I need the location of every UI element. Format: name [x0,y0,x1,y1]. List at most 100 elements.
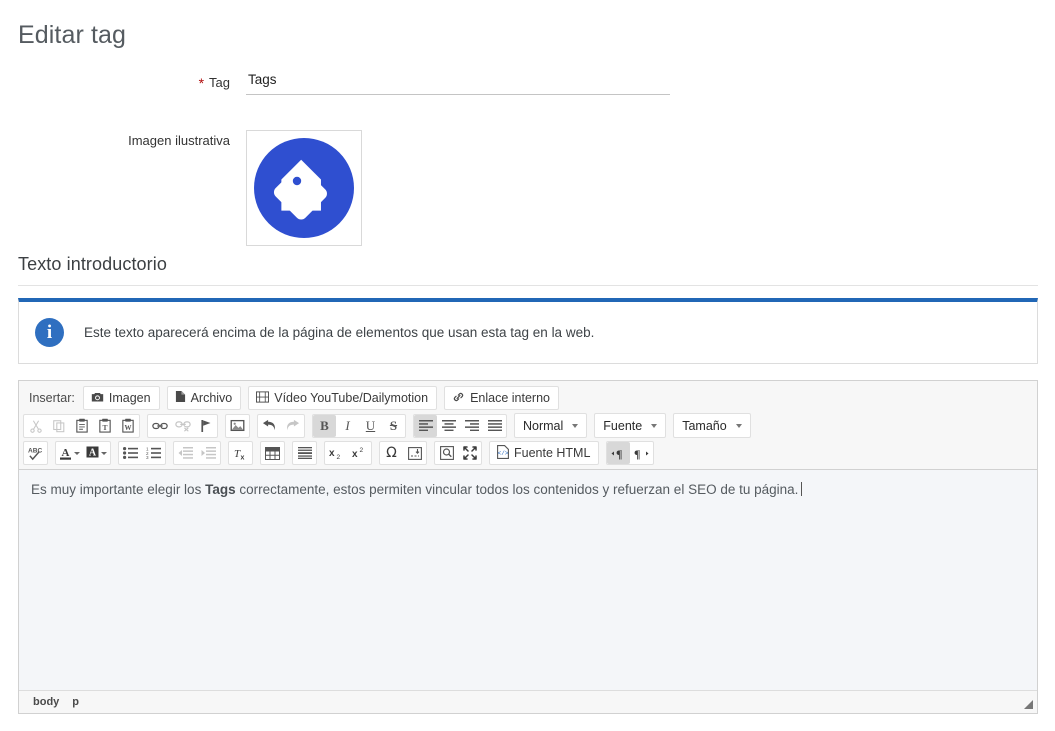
insert-image-button[interactable]: Imagen [82,386,160,410]
maximize-button[interactable] [458,442,481,464]
section-heading: Texto introductorio [18,254,167,274]
spellcheck-group: ABC [23,441,48,465]
bulleted-list-button[interactable] [119,442,142,464]
bold-button[interactable]: B [313,414,336,437]
illustrative-image-label: Imagen ilustrativa [128,133,230,148]
svg-text:x: x [352,449,358,460]
insert-internal-link-label: Enlace interno [470,391,550,405]
table-button[interactable] [261,442,284,464]
paste-as-text-button[interactable]: T [93,415,116,437]
tag-field-label: * Tag [0,72,246,92]
insert-file-button[interactable]: Archivo [166,386,242,410]
copy-button[interactable] [47,415,70,437]
paragraph-format-dropdown[interactable]: Normal [514,413,588,438]
chevron-down-icon [74,451,80,455]
toolbar-tools-row: ABC A A 1 2 3 T x x 2 x 2 Ω </> Fuente H… [23,441,1033,465]
redo-button[interactable] [281,415,304,437]
tag-input[interactable] [246,72,670,95]
insert-video-button[interactable]: Vídeo YouTube/Dailymotion [248,386,438,410]
omega-glyph: Ω [386,445,397,461]
spellcheck-button[interactable]: ABC [24,442,47,464]
lists-group: 123 [118,441,166,465]
element-path-body[interactable]: body [33,696,59,708]
indent-button[interactable] [197,442,220,464]
required-asterisk: * [198,75,205,91]
italic-glyph: I [345,417,350,433]
element-path-p[interactable]: p [72,696,79,708]
html-source-button[interactable]: </> Fuente HTML [489,441,600,465]
cut-button[interactable] [24,415,47,437]
tag-input-wrapper [246,72,670,95]
editor-text-after: correctamente, estos permiten vincular t… [235,482,799,497]
svg-text:x: x [241,454,245,461]
svg-text:¶: ¶ [616,447,622,460]
svg-text:2: 2 [359,447,363,454]
film-icon [256,390,270,406]
toolbar-insert-row: Insertar: Imagen Archivo Vídeo YouTube/D… [23,386,1033,410]
editor-statusbar: body p [19,690,1037,713]
underline-button[interactable]: U [359,415,382,437]
text-color-button[interactable]: A [56,442,83,464]
svg-text:</>: </> [498,450,509,457]
align-right-button[interactable] [460,415,483,437]
horizontal-rule-button[interactable] [293,442,316,464]
strikethrough-button[interactable]: S [382,415,405,437]
rtl-button[interactable]: ¶ [630,442,653,464]
editor-content-area[interactable]: Es muy importante elegir los Tags correc… [19,470,1037,690]
font-size-dropdown[interactable]: Tamaño [673,413,751,438]
undo-button[interactable] [258,415,281,437]
justify-button[interactable] [483,415,506,437]
edit-tag-page: Editar tag * Tag Imagen ilustrativa [0,0,1055,731]
chevron-down-icon [651,423,658,428]
preview-button[interactable] [435,442,458,464]
align-left-button[interactable] [414,414,437,437]
special-char-button[interactable]: Ω [380,442,403,464]
subscript-button[interactable]: x2 [325,442,348,464]
page-break-button[interactable] [403,442,426,464]
text-direction-group: ¶ ¶ [606,441,655,465]
insert-internal-link-button[interactable]: Enlace interno [444,386,559,410]
alignment-group [413,413,507,438]
insert-video-label: Vídeo YouTube/Dailymotion [274,391,429,405]
image-button[interactable] [226,415,249,437]
unlink-button[interactable] [171,415,194,437]
align-center-button[interactable] [437,415,460,437]
ltr-button[interactable]: ¶ [607,442,631,464]
insert-image-label: Imagen [108,391,151,405]
paste-from-word-button[interactable]: W [116,415,139,437]
paste-button[interactable] [70,415,93,437]
intro-text-section: Texto introductorio [18,254,1038,286]
indent-group [173,441,221,465]
background-color-button[interactable]: A [83,442,110,464]
italic-button[interactable]: I [336,415,359,437]
superscript-button[interactable]: x2 [348,442,371,464]
font-size-label: Tamaño [682,418,727,433]
editor-text-before: Es muy importante elegir los [31,482,206,497]
outdent-button[interactable] [174,442,197,464]
source-icon: </> [497,444,509,462]
link-button[interactable] [148,415,171,437]
history-group [257,413,305,438]
clipboard-group: T W [23,413,140,438]
numbered-list-button[interactable]: 123 [142,442,165,464]
basic-styles-group: B I U S [312,413,406,438]
svg-text:ABC: ABC [28,447,42,454]
font-family-dropdown[interactable]: Fuente [594,413,667,438]
remove-format-button[interactable]: Tx [229,442,252,464]
resize-grip-icon[interactable] [1024,700,1033,709]
html-source-label: Fuente HTML [514,446,591,460]
tag-label-text: Tag [209,75,230,90]
svg-text:3: 3 [146,455,149,459]
toolbar-format-row: T W B I U S Normal Fuente Tamaño [23,413,1033,438]
font-family-label: Fuente [603,418,643,433]
view-group [434,441,482,465]
anchor-button[interactable] [194,415,217,437]
svg-text:¶: ¶ [634,447,640,460]
scripts-group: x2 x2 [324,441,372,465]
illustrative-image-thumbnail[interactable] [246,130,362,246]
editor-toolbar: Insertar: Imagen Archivo Vídeo YouTube/D… [19,381,1037,470]
file-icon [175,390,186,406]
text-cursor [801,482,803,496]
paragraph-format-label: Normal [523,418,564,433]
chevron-down-icon [572,423,579,428]
